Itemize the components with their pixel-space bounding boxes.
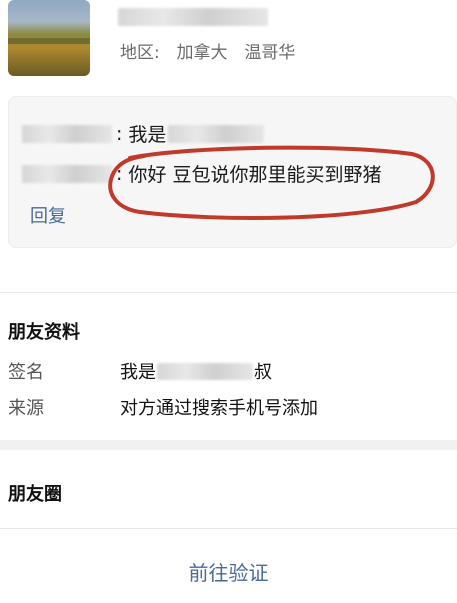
moments-row[interactable]: 朋友圈 bbox=[8, 480, 62, 506]
section-gap bbox=[0, 440, 457, 450]
verify-button[interactable]: 前往验证 bbox=[0, 540, 457, 603]
sender-name-redacted bbox=[22, 164, 112, 183]
signature-value: 我是 叔 bbox=[120, 358, 272, 384]
sender-name-redacted bbox=[22, 124, 112, 143]
contact-name-redacted bbox=[118, 8, 268, 26]
message-2-text: 你好 豆包说你那里能买到野猪 bbox=[128, 164, 382, 186]
message-1-text: 我是 bbox=[128, 124, 167, 146]
section-divider bbox=[0, 292, 457, 293]
request-message-2: : 你好 豆包说你那里能买到野猪 bbox=[22, 160, 381, 187]
section-divider bbox=[0, 528, 457, 529]
region-city: 温哥华 bbox=[244, 43, 296, 63]
self-intro-redacted bbox=[168, 124, 265, 143]
request-message-1: : 我是 bbox=[22, 120, 265, 147]
signature-suffix: 叔 bbox=[254, 362, 272, 383]
signature-prefix: 我是 bbox=[120, 362, 156, 383]
region-country: 加拿大 bbox=[176, 43, 228, 63]
avatar[interactable] bbox=[8, 0, 90, 76]
signature-redacted bbox=[157, 362, 253, 380]
message-colon: : bbox=[116, 162, 123, 185]
region-label: 地区: bbox=[120, 43, 160, 63]
source-label: 来源 bbox=[8, 398, 44, 419]
signature-label: 签名 bbox=[8, 362, 44, 383]
source-value: 对方通过搜索手机号添加 bbox=[120, 398, 318, 419]
profile-section-title: 朋友资料 bbox=[8, 322, 80, 343]
message-colon: : bbox=[116, 122, 123, 145]
contact-header: 地区: 加拿大 温哥华 bbox=[0, 0, 457, 92]
reply-link[interactable]: 回复 bbox=[30, 202, 66, 228]
region-info: 地区: 加拿大 温哥华 bbox=[120, 38, 295, 63]
